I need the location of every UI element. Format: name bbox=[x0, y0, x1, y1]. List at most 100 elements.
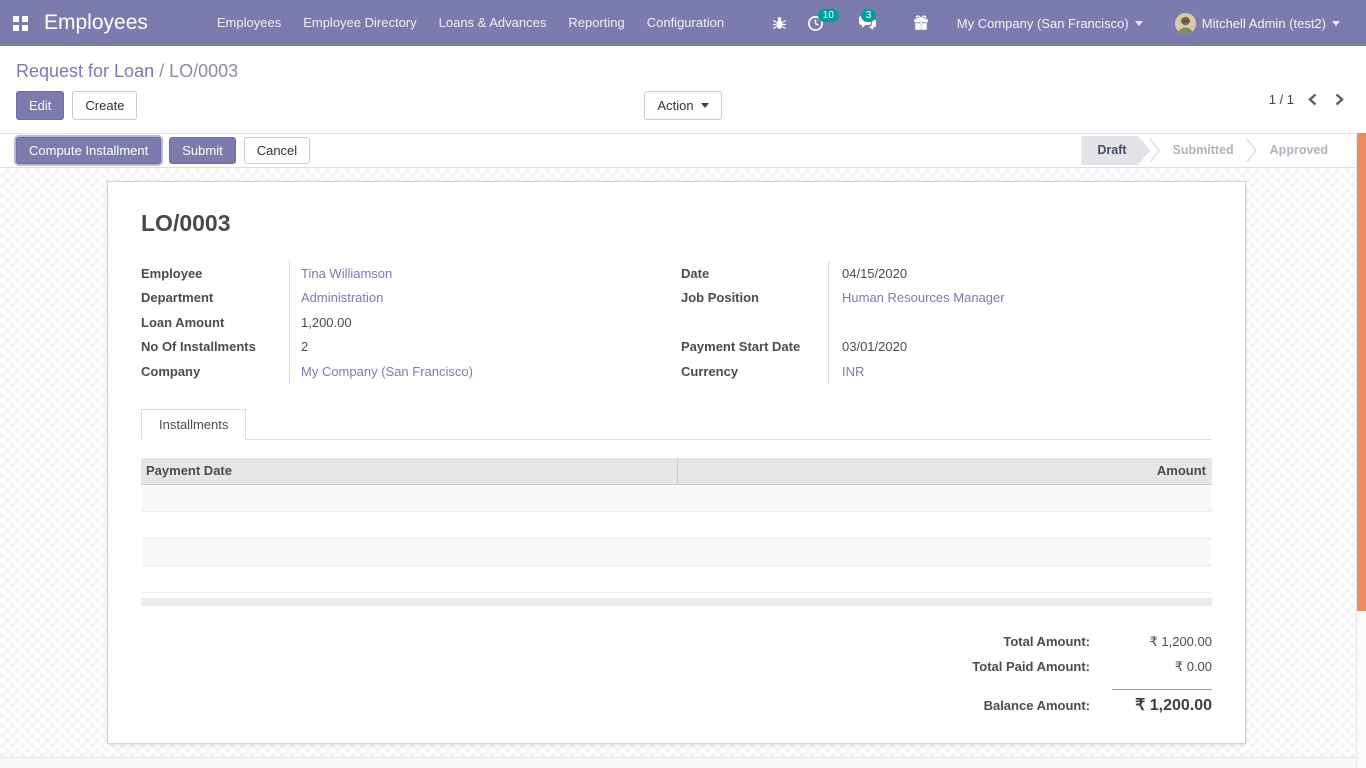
table-empty-row bbox=[141, 512, 1212, 539]
activity-count-badge: 10 bbox=[818, 9, 839, 22]
apps-grid-icon bbox=[13, 16, 28, 31]
total-amount-row: Total Amount: ₹ 1,200.00 bbox=[141, 634, 1212, 659]
field-label: Payment Start Date bbox=[681, 339, 828, 354]
field-payment-start-date: Payment Start Date 03/01/2020 bbox=[681, 335, 1212, 360]
field-label: Job Position bbox=[681, 290, 828, 305]
apps-menu-button[interactable] bbox=[0, 0, 40, 46]
nav-item-configuration[interactable]: Configuration bbox=[636, 0, 735, 46]
column-header-payment-date[interactable]: Payment Date bbox=[141, 458, 678, 484]
column-header-amount[interactable]: Amount bbox=[678, 463, 1212, 478]
table-empty-row bbox=[141, 539, 1212, 566]
chevron-right-icon bbox=[1335, 93, 1344, 106]
nav-item-employee-directory[interactable]: Employee Directory bbox=[292, 0, 427, 46]
navbar-systray: 10 3 My Company (S bbox=[762, 0, 1366, 46]
tab-installments[interactable]: Installments bbox=[141, 409, 246, 440]
pager-next-button[interactable] bbox=[1331, 91, 1348, 108]
table-header-row: Payment Date Amount bbox=[141, 458, 1212, 485]
field-label: Loan Amount bbox=[141, 315, 289, 330]
status-step-submitted[interactable]: Submitted bbox=[1159, 136, 1248, 165]
breadcrumb-separator: / bbox=[154, 61, 169, 81]
app-brand[interactable]: Employees bbox=[44, 11, 148, 35]
field-currency: Currency INR bbox=[681, 359, 1212, 384]
form-sheet: LO/0003 Employee Tina Williamson Departm… bbox=[107, 181, 1246, 744]
avatar bbox=[1175, 13, 1196, 34]
action-label: Action bbox=[657, 98, 693, 113]
nav-item-reporting[interactable]: Reporting bbox=[557, 0, 635, 46]
field-employee: Employee Tina Williamson bbox=[141, 261, 681, 286]
activities-button[interactable]: 10 bbox=[797, 0, 834, 46]
compute-installment-button[interactable]: Compute Installment bbox=[16, 137, 161, 164]
breadcrumb-current: LO/0003 bbox=[169, 61, 238, 81]
company-link[interactable]: My Company (San Francisco) bbox=[301, 364, 473, 379]
field-company: Company My Company (San Francisco) bbox=[141, 359, 681, 384]
scrollbar-track[interactable] bbox=[1356, 133, 1366, 768]
messages-button[interactable]: 3 bbox=[848, 0, 887, 46]
gift-button[interactable] bbox=[903, 0, 939, 46]
status-step-draft[interactable]: Draft bbox=[1081, 136, 1150, 165]
total-amount-label: Total Amount: bbox=[1003, 634, 1090, 649]
pager-counter: 1 / 1 bbox=[1269, 92, 1294, 107]
nav-item-employees[interactable]: Employees bbox=[206, 0, 292, 46]
total-paid-row: Total Paid Amount: ₹ 0.00 bbox=[141, 659, 1212, 684]
nav-item-loans-advances[interactable]: Loans & Advances bbox=[428, 0, 558, 46]
bug-icon bbox=[772, 15, 787, 31]
installments-table: Payment Date Amount bbox=[141, 458, 1212, 606]
date-value: 04/15/2020 bbox=[842, 266, 907, 281]
status-steps: Draft Submitted Approved bbox=[1081, 136, 1342, 165]
cancel-button[interactable]: Cancel bbox=[244, 137, 310, 164]
field-label: No Of Installments bbox=[141, 339, 289, 354]
table-footer-strip bbox=[141, 598, 1212, 606]
field-no-of-installments: No Of Installments 2 bbox=[141, 335, 681, 360]
scrollbar-thumb[interactable] bbox=[1357, 133, 1366, 611]
totals-block: Total Amount: ₹ 1,200.00 Total Paid Amou… bbox=[141, 634, 1212, 715]
caret-down-icon bbox=[1135, 21, 1143, 26]
field-group-left: Employee Tina Williamson Department Admi… bbox=[141, 261, 681, 384]
field-groups: Employee Tina Williamson Department Admi… bbox=[141, 261, 1212, 384]
field-label: Employee bbox=[141, 266, 289, 281]
control-panel: Request for Loan / LO/0003 Edit Create A… bbox=[0, 46, 1366, 133]
table-empty-row bbox=[141, 485, 1212, 512]
message-count-badge: 3 bbox=[861, 9, 877, 22]
debug-mode-button[interactable] bbox=[762, 0, 797, 46]
status-step-approved[interactable]: Approved bbox=[1256, 136, 1342, 165]
main-menu: Employees Employee Directory Loans & Adv… bbox=[206, 0, 735, 46]
loan-amount-value: 1,200.00 bbox=[301, 315, 352, 330]
caret-down-icon bbox=[701, 103, 709, 108]
employee-link[interactable]: Tina Williamson bbox=[301, 266, 392, 281]
form-view-area: LO/0003 Employee Tina Williamson Departm… bbox=[0, 168, 1366, 757]
total-paid-value: ₹ 0.00 bbox=[1112, 659, 1212, 675]
total-amount-value: ₹ 1,200.00 bbox=[1112, 634, 1212, 650]
field-label: Date bbox=[681, 266, 828, 281]
user-menu[interactable]: Mitchell Admin (test2) bbox=[1163, 0, 1352, 46]
balance-amount-value: ₹ 1,200.00 bbox=[1112, 689, 1212, 715]
job-position-link[interactable]: Human Resources Manager bbox=[842, 290, 1005, 305]
department-link[interactable]: Administration bbox=[301, 290, 383, 305]
notebook-tabs: Installments bbox=[141, 409, 1212, 440]
installments-count-value: 2 bbox=[301, 339, 308, 354]
field-date: Date 04/15/2020 bbox=[681, 261, 1212, 286]
submit-button[interactable]: Submit bbox=[169, 137, 235, 164]
currency-link[interactable]: INR bbox=[842, 364, 864, 379]
record-title: LO/0003 bbox=[141, 210, 1212, 237]
field-label: Currency bbox=[681, 364, 828, 379]
breadcrumb-parent-link[interactable]: Request for Loan bbox=[16, 61, 154, 81]
screen: Employees Employees Employee Directory L… bbox=[0, 0, 1366, 768]
table-empty-row bbox=[141, 566, 1212, 593]
action-menu-button[interactable]: Action bbox=[644, 91, 721, 120]
chevron-left-icon bbox=[1308, 93, 1317, 106]
payment-start-date-value: 03/01/2020 bbox=[842, 339, 907, 354]
field-loan-amount: Loan Amount 1,200.00 bbox=[141, 310, 681, 335]
company-name: My Company (San Francisco) bbox=[957, 16, 1129, 31]
bottom-strip bbox=[0, 757, 1366, 768]
pager-previous-button[interactable] bbox=[1304, 91, 1321, 108]
balance-amount-row: Balance Amount: ₹ 1,200.00 bbox=[141, 689, 1212, 715]
breadcrumb: Request for Loan / LO/0003 bbox=[0, 46, 1366, 82]
user-name: Mitchell Admin (test2) bbox=[1202, 16, 1326, 31]
field-group-right: Date 04/15/2020 Job Position Human Resou… bbox=[681, 261, 1212, 384]
gift-icon bbox=[913, 15, 929, 31]
top-navbar: Employees Employees Employee Directory L… bbox=[0, 0, 1366, 46]
caret-down-icon bbox=[1332, 21, 1340, 26]
field-spacer bbox=[681, 310, 1212, 335]
field-job-position: Job Position Human Resources Manager bbox=[681, 286, 1212, 311]
company-switcher[interactable]: My Company (San Francisco) bbox=[945, 0, 1155, 46]
